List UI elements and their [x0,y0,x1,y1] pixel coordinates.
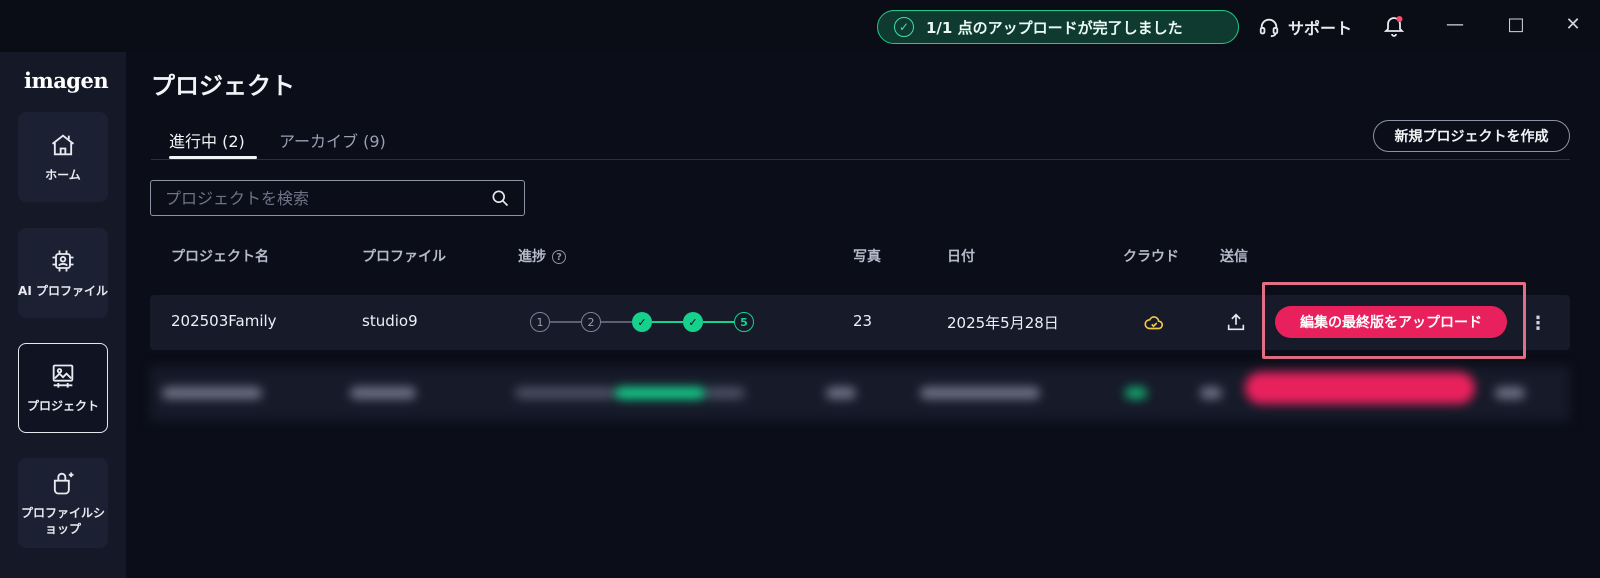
redacted-icon [1495,387,1525,399]
sidebar-item-home[interactable]: ホーム [18,112,108,202]
headset-icon [1259,18,1279,38]
project-name: 202503Family [171,312,277,330]
project-profile: studio9 [362,312,418,330]
home-icon [51,134,75,156]
ai-profile-icon [52,250,74,272]
sidebar-item-profile-shop[interactable]: プロファイルショップ [18,458,108,548]
step-connector [652,321,683,323]
cloud-sync-icon[interactable] [1143,312,1165,334]
upload-status-badge[interactable]: ✓ 1/1 点のアップロードが完了しました [877,10,1239,44]
redacted-text [350,387,416,399]
check-circle-icon: ✓ [894,17,914,37]
progress-step-3: ✓ [632,312,652,332]
column-header-profile: プロファイル [362,249,446,265]
table-row-blurred [150,366,1570,421]
column-header-progress: 進捗? [518,246,566,266]
column-header-send: 送信 [1220,249,1248,265]
upload-icon[interactable] [1225,311,1247,333]
profile-shop-icon [53,472,74,495]
tab-bar: 進行中 (2) アーカイブ (9) [151,124,1570,160]
sidebar-item-label: プロファイルショップ [20,505,105,536]
minimize-button[interactable]: — [1441,10,1469,38]
sidebar-item-label: ホーム [45,167,81,182]
progress-stepper: 1 2 ✓ ✓ 5 [530,312,760,332]
sidebar-item-ai-profile[interactable]: AI プロファイル [18,228,108,318]
column-header-date: 日付 [947,249,975,265]
column-header-cloud: クラウド [1123,249,1179,265]
active-tab-indicator [169,156,257,159]
step-connector [703,321,734,323]
support-button[interactable]: サポート [1258,14,1352,40]
upload-status-text: 1/1 点のアップロードが完了しました [926,18,1183,37]
bell-icon[interactable] [1382,14,1406,38]
column-header-photos: 写真 [853,249,881,265]
project-date: 2025年5月28日 [947,314,1059,332]
step-connector [601,321,632,323]
close-button[interactable]: ✕ [1559,10,1587,38]
title-bar: ✓ 1/1 点のアップロードが完了しました サポート — □ ✕ [0,0,1600,52]
maximize-button[interactable]: □ [1502,10,1530,38]
support-label: サポート [1288,19,1353,38]
progress-step-5: 5 [734,312,754,332]
redacted-text [705,387,745,399]
notification-dot [1396,16,1403,22]
search-input[interactable] [165,188,490,208]
more-options-icon[interactable]: ⋮ [1528,311,1548,335]
redacted-text [826,387,856,399]
redacted-icon [1200,387,1222,399]
highlight-box [1262,282,1526,359]
search-box [150,180,525,216]
sidebar-item-label: AI プロファイル [18,283,108,298]
redacted-text [920,387,1040,399]
redacted-text [515,387,615,399]
column-header-progress-label: 進捗 [518,249,546,265]
sidebar-item-project[interactable]: プロジェクト [18,343,108,433]
photo-count: 23 [853,312,873,330]
help-icon[interactable]: ? [552,250,566,264]
project-icon [52,364,74,388]
progress-step-2: 2 [581,312,601,332]
progress-step-4: ✓ [683,312,703,332]
tab-archive[interactable]: アーカイブ (9) [279,128,386,152]
redacted-text [162,387,262,399]
search-icon[interactable] [490,188,510,208]
redacted-button [1245,372,1475,404]
redacted-progress [615,387,705,399]
redacted-icon [1125,387,1147,399]
progress-step-1: 1 [530,312,550,332]
step-connector [550,321,581,323]
column-header-name: プロジェクト名 [171,249,269,265]
imagen-logo: imagen [24,68,109,93]
page-title: プロジェクト [151,72,295,100]
tab-in-progress[interactable]: 進行中 (2) [169,128,245,152]
sidebar-item-label: プロジェクト [26,398,99,413]
new-project-button[interactable]: 新規プロジェクトを作成 [1373,120,1570,152]
